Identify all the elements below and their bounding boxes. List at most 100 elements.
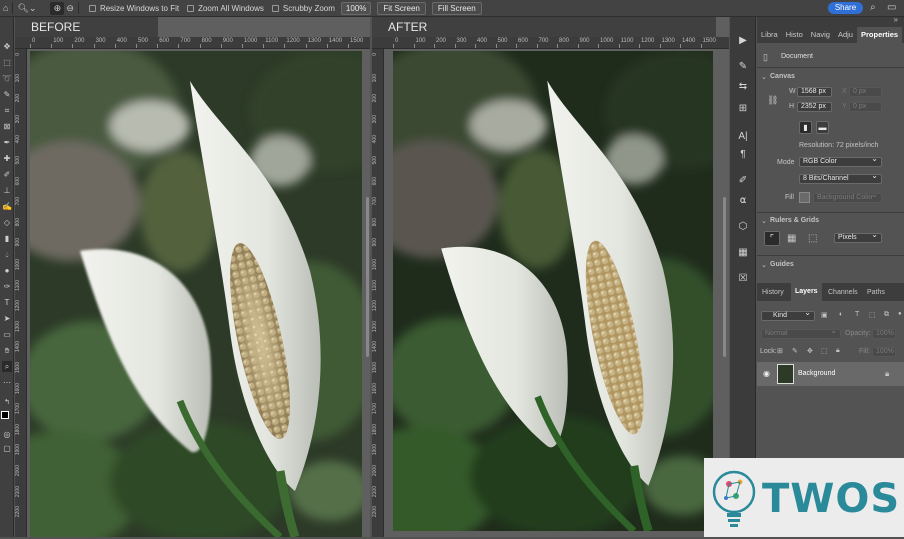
marquee-tool-icon[interactable]: ⬚ — [2, 57, 12, 68]
before-tab[interactable]: BEFORE — [15, 17, 158, 37]
panel-menu-icon[interactable]: » — [894, 15, 898, 24]
hand-tool-icon[interactable]: ✋︎ — [2, 345, 12, 356]
blend-mode-dropdown[interactable]: Normal — [761, 327, 841, 339]
lock-transparent-icon[interactable]: ⊞ — [777, 347, 783, 355]
frame-tool-icon[interactable]: ⊠ — [2, 121, 12, 132]
fill-opacity-field[interactable]: 100% — [872, 347, 896, 357]
more-tools-icon[interactable]: ⋯ — [2, 377, 12, 388]
move-tool-icon[interactable]: ✥ — [2, 41, 12, 52]
filter-pixel-icon[interactable]: ▣ — [821, 311, 828, 319]
tab-navigator[interactable]: Navig — [807, 27, 834, 43]
width-field[interactable]: 1568 px — [797, 87, 832, 97]
eyedropper-tool-icon[interactable]: ✒ — [2, 137, 12, 148]
portrait-icon[interactable]: ▮ — [799, 121, 812, 134]
pen-tool-icon[interactable]: ✑ — [2, 281, 12, 292]
stamp-tool-icon[interactable]: ⊥ — [2, 185, 12, 196]
quick-select-tool-icon[interactable]: ✎ — [2, 89, 12, 100]
rulers-collapse-icon[interactable]: ⌄ — [761, 217, 767, 225]
mode-dropdown[interactable]: RGB Color — [799, 155, 882, 167]
styles-icon[interactable]: ☒ — [736, 272, 750, 286]
lasso-tool-icon[interactable]: ➰ — [2, 73, 12, 84]
brushes-icon[interactable]: ✐ — [736, 174, 750, 188]
rulers-toggle-icon[interactable]: ⌜ — [764, 231, 780, 246]
filter-toggle-icon[interactable]: ● — [898, 311, 902, 317]
shape-tool-icon[interactable]: ▭ — [2, 329, 12, 340]
character-icon[interactable]: A| — [736, 130, 750, 144]
blur-tool-icon[interactable]: 💧︎ — [2, 249, 12, 260]
zoom-value-field[interactable]: 100% — [340, 1, 372, 15]
3d-icon[interactable]: ⬡ — [736, 220, 750, 234]
brush-settings-icon[interactable]: ✎ — [736, 60, 750, 74]
tab-properties[interactable]: Properties — [856, 27, 903, 43]
zoom-out-icon[interactable]: ⊖ — [66, 2, 74, 15]
landscape-icon[interactable]: ▬ — [816, 121, 829, 134]
adjust-icon[interactable]: ⇆ — [736, 80, 750, 94]
resize-windows-checkbox[interactable]: Resize Windows to Fit — [88, 4, 179, 13]
scrubby-zoom-checkbox[interactable]: Scrubby Zoom — [271, 4, 335, 13]
opacity-field[interactable]: 100% — [872, 329, 896, 339]
filter-adjust-icon[interactable]: ◐ — [839, 311, 843, 318]
brush-tool-icon[interactable]: ✐ — [2, 169, 12, 180]
kind-filter-dropdown[interactable]: Kind — [761, 309, 815, 321]
foreground-color-swatch[interactable] — [1, 411, 9, 419]
type-tool-icon[interactable]: T — [2, 297, 12, 308]
y-field[interactable]: 0 px — [849, 102, 882, 112]
grid-toggle-icon[interactable]: ▦ — [787, 233, 796, 244]
zoom-all-checkbox[interactable]: Zoom All Windows — [187, 4, 264, 13]
lock-pixels-icon[interactable]: ✎ — [792, 347, 798, 355]
zoom-in-icon[interactable]: ⊕ — [50, 1, 65, 15]
fill-screen-button[interactable]: Fill Screen — [431, 1, 482, 15]
fill-swatch[interactable] — [799, 192, 810, 203]
home-icon[interactable]: ⌂ — [3, 2, 8, 15]
filter-shape-icon[interactable]: ⬚ — [869, 311, 876, 319]
healing-tool-icon[interactable]: ✚ — [2, 153, 12, 164]
grid-icon[interactable]: ▦ — [736, 246, 750, 260]
eraser-tool-icon[interactable]: ◇ — [2, 217, 12, 228]
play-icon[interactable]: ▶ — [736, 34, 750, 48]
filter-smart-icon[interactable]: ⧉ — [884, 311, 889, 319]
height-field[interactable]: 2352 px — [797, 102, 832, 112]
before-scrollbar[interactable] — [366, 197, 369, 357]
share-button[interactable]: Share — [828, 2, 863, 14]
tab-adjustments[interactable]: Adju — [834, 27, 857, 43]
tab-paths[interactable]: Paths — [867, 289, 885, 296]
tab-channels[interactable]: Channels — [828, 289, 858, 296]
search-icon[interactable]: ⌕ — [870, 2, 876, 13]
glyphs-icon[interactable]: ⍺ — [736, 194, 750, 208]
fit-screen-button[interactable]: Fit Screen — [377, 1, 426, 15]
x-field[interactable]: 0 px — [849, 87, 882, 97]
filter-type-icon[interactable]: T — [855, 311, 859, 318]
clone-source-icon[interactable]: ⊞ — [736, 102, 750, 116]
tab-history[interactable]: History — [762, 289, 784, 296]
after-scrollbar[interactable] — [723, 197, 726, 357]
gradient-tool-icon[interactable]: ▮ — [2, 233, 12, 244]
workspace-icon[interactable]: ▭ — [887, 2, 896, 13]
history-brush-icon[interactable]: ✍ — [2, 201, 12, 212]
quick-mask-icon[interactable]: ◎ — [2, 429, 12, 440]
ruler-label: 1600 — [372, 382, 378, 394]
link-icon[interactable]: ⛓︎ — [767, 95, 778, 106]
pixel-grid-icon[interactable]: ⬚ — [808, 233, 817, 244]
tab-histogram[interactable]: Histo — [782, 27, 807, 43]
units-dropdown[interactable]: Pixels — [834, 231, 882, 243]
zoom-tool-icon[interactable]: 🔍︎⌄ — [17, 2, 36, 15]
lock-artboard-icon[interactable]: ⬚ — [821, 347, 828, 355]
visibility-eye-icon[interactable]: ◉ — [763, 369, 770, 378]
fill-dropdown[interactable]: Background Color — [813, 191, 882, 203]
tab-libraries[interactable]: Libra — [757, 27, 782, 43]
paragraph-icon[interactable]: ¶ — [736, 148, 750, 162]
tab-layers[interactable]: Layers — [791, 283, 822, 301]
swap-colors-icon[interactable]: ↰ — [2, 397, 12, 408]
canvas-collapse-icon[interactable]: ⌄ — [761, 73, 767, 81]
screen-mode-icon[interactable]: ▢ — [2, 443, 12, 454]
dodge-tool-icon[interactable]: ● — [2, 265, 12, 276]
lock-all-icon[interactable]: 🔒︎ — [836, 347, 840, 355]
path-select-icon[interactable]: ➤ — [2, 313, 12, 324]
guides-collapse-icon[interactable]: ⌄ — [761, 261, 767, 269]
zoom-tool-icon[interactable]: ⌕ — [2, 361, 12, 372]
crop-tool-icon[interactable]: ⌗ — [2, 105, 12, 116]
bits-dropdown[interactable]: 8 Bits/Channel — [799, 172, 882, 184]
layer-row-background[interactable]: ◉ Background 🔒︎ — [757, 362, 904, 386]
lock-position-icon[interactable]: ✥ — [807, 347, 813, 355]
after-tab[interactable]: AFTER — [372, 17, 716, 37]
